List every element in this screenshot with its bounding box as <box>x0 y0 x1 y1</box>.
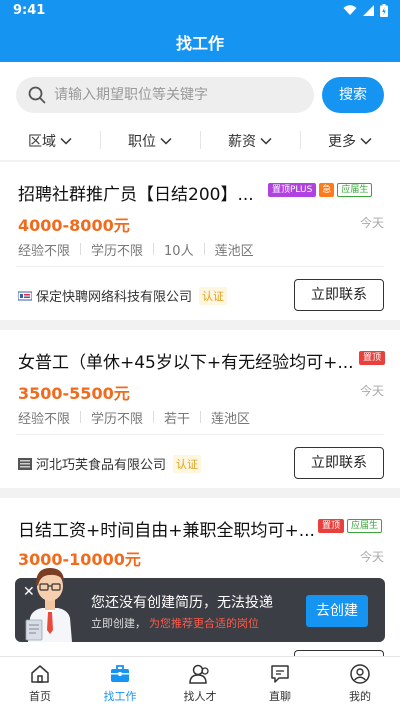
wifi-icon <box>343 5 357 15</box>
create-resume-button[interactable]: 去创建 <box>306 595 368 627</box>
page-title: 找工作 <box>175 34 224 53</box>
profile-icon <box>350 664 370 684</box>
company-info[interactable]: 保定快聘网络科技有限公司 认证 <box>18 286 228 305</box>
filter-label: 薪资 <box>228 134 256 150</box>
filter-salary[interactable]: 薪资 <box>200 126 300 156</box>
job-salary: 3500-5500元 <box>18 384 130 403</box>
tab-label: 找人才 <box>183 690 217 703</box>
filter-label: 更多 <box>328 134 356 150</box>
contact-button[interactable]: 立即联系 <box>294 279 384 311</box>
filter-label: 职位 <box>128 134 156 150</box>
req-experience: 经验不限 <box>18 412 71 427</box>
bottom-tab-bar: 首页 找工作 找人才 直聊 我的 <box>0 656 400 712</box>
req-experience: 经验不限 <box>18 244 71 259</box>
req-education: 学历不限 <box>91 412 144 427</box>
tag-urgent: 急 <box>319 183 335 197</box>
job-salary: 4000-8000元 <box>18 216 130 235</box>
tab-label: 首页 <box>29 690 51 703</box>
filter-divider <box>300 131 301 149</box>
battery-icon <box>380 4 388 17</box>
tag-top-plus: 置顶PLUS <box>268 183 317 197</box>
chevron-down-icon <box>260 137 272 145</box>
job-tags: 置顶 应届生 <box>318 519 383 533</box>
job-date: 今天 <box>359 384 384 398</box>
chevron-down-icon <box>360 137 372 145</box>
tag-top: 置顶 <box>318 519 345 533</box>
tab-find-talent[interactable]: 找人才 <box>160 657 240 712</box>
tag-fresh-graduate: 应届生 <box>337 183 373 197</box>
req-district: 莲池区 <box>214 244 254 259</box>
verified-badge: 认证 <box>199 286 228 305</box>
filter-divider <box>200 131 201 149</box>
section-divider <box>0 320 400 330</box>
tag-fresh-graduate: 应届生 <box>347 519 383 533</box>
tab-chat[interactable]: 直聊 <box>240 657 320 712</box>
tab-label: 我的 <box>349 690 371 703</box>
job-date: 今天 <box>359 216 384 230</box>
job-card[interactable]: 女普工（单休+45岁以下+有无经验均可+... 置顶 3500-5500元 今天… <box>0 330 400 488</box>
briefcase-icon <box>111 665 129 682</box>
card-divider <box>16 266 384 267</box>
job-requirements: 经验不限 学历不限 若干 莲池区 <box>18 408 250 427</box>
job-title: 招聘社群推广员【日结200】... <box>18 185 254 205</box>
job-card[interactable]: 招聘社群推广员【日结200】... 置顶PLUS 急 应届生 4000-8000… <box>0 162 400 320</box>
company-name: 河北巧芙食品有限公司 <box>36 458 167 473</box>
chevron-down-icon <box>60 137 72 145</box>
tab-label: 直聊 <box>269 690 291 703</box>
status-bar: 9:41 <box>0 0 400 22</box>
job-tags: 置顶 <box>359 351 386 365</box>
status-icons <box>343 4 388 17</box>
popup-message: 您还没有创建简历，无法投递 <box>91 595 273 611</box>
verified-badge: 认证 <box>173 454 202 473</box>
job-tags: 置顶PLUS 急 应届生 <box>268 183 373 197</box>
popup-sub-prefix: 立即创建， <box>91 617 146 630</box>
tag-top: 置顶 <box>359 351 386 365</box>
tab-home[interactable]: 首页 <box>0 657 80 712</box>
status-time: 9:41 <box>13 3 46 18</box>
chat-icon <box>271 665 289 683</box>
filter-label: 区域 <box>28 134 56 150</box>
filter-divider <box>100 131 101 149</box>
job-seeker-avatar-icon <box>25 568 72 642</box>
filter-more[interactable]: 更多 <box>300 126 400 156</box>
tab-find-job[interactable]: 找工作 <box>80 657 160 712</box>
signal-icon <box>363 5 374 16</box>
section-divider <box>0 488 400 498</box>
company-logo-icon <box>18 291 32 300</box>
tab-me[interactable]: 我的 <box>320 657 400 712</box>
search-icon <box>28 86 46 104</box>
search-button[interactable]: 搜索 <box>322 77 384 113</box>
search-bar <box>16 77 314 113</box>
contact-button[interactable]: 立即联系 <box>294 447 384 479</box>
popup-sub-highlight: 为您推荐更合适的岗位 <box>149 617 259 630</box>
home-icon <box>31 665 49 683</box>
app-header: 9:41 找工作 <box>0 0 400 62</box>
search-input[interactable] <box>54 77 304 113</box>
job-date: 今天 <box>359 550 384 564</box>
job-title: 女普工（单休+45岁以下+有无经验均可+... <box>18 353 353 373</box>
job-title: 日结工资+时间自由+兼职全职均可+... <box>18 521 315 541</box>
filter-position[interactable]: 职位 <box>100 126 200 156</box>
tab-label: 找工作 <box>103 690 137 703</box>
req-education: 学历不限 <box>91 244 144 259</box>
req-headcount: 若干 <box>164 412 191 427</box>
filter-area[interactable]: 区域 <box>0 126 100 156</box>
job-requirements: 经验不限 学历不限 10人 莲池区 <box>18 240 254 259</box>
company-logo-icon <box>18 457 32 470</box>
card-divider <box>16 434 384 435</box>
req-headcount: 10人 <box>164 244 194 259</box>
company-info[interactable]: 河北巧芙食品有限公司 认证 <box>18 454 202 473</box>
people-icon <box>189 664 209 684</box>
chevron-down-icon <box>160 137 172 145</box>
req-district: 莲池区 <box>211 412 251 427</box>
company-name: 保定快聘网络科技有限公司 <box>36 290 193 305</box>
